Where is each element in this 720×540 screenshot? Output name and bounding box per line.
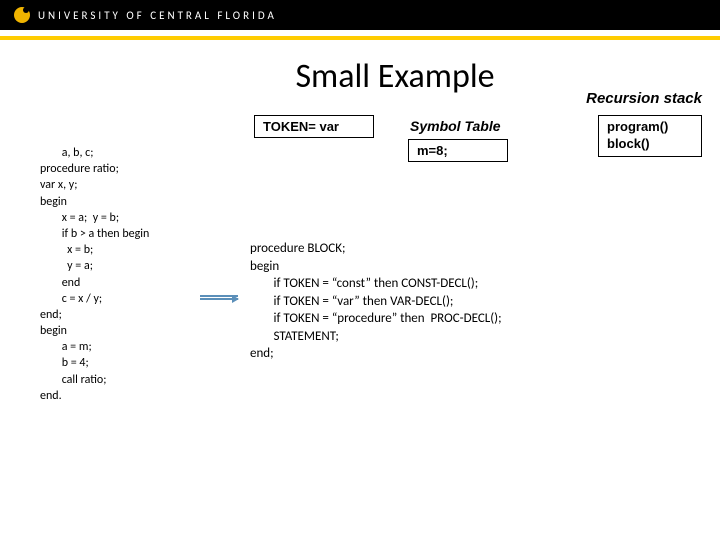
gold-divider — [0, 36, 720, 40]
ucf-logo-icon — [14, 7, 30, 23]
recursion-stack-label: Recursion stack — [586, 90, 702, 107]
left-source-code: a, b, c; procedure ratio; var x, y; begi… — [40, 145, 149, 404]
recursion-stack-box: program() block() — [598, 115, 702, 157]
header-bar: UNIVERSITY OF CENTRAL FLORIDA — [0, 0, 720, 30]
token-box: TOKEN= var — [254, 115, 374, 138]
university-name: UNIVERSITY OF CENTRAL FLORIDA — [38, 9, 277, 22]
arrow-icon — [200, 298, 238, 300]
symbol-table-entry: m=8; — [408, 139, 508, 162]
symbol-table-label: Symbol Table — [410, 118, 501, 134]
right-procedure-code: procedure BLOCK; begin if TOKEN = “const… — [250, 240, 502, 363]
stack-line-1: program() — [607, 119, 693, 136]
stack-line-2: block() — [607, 136, 693, 153]
